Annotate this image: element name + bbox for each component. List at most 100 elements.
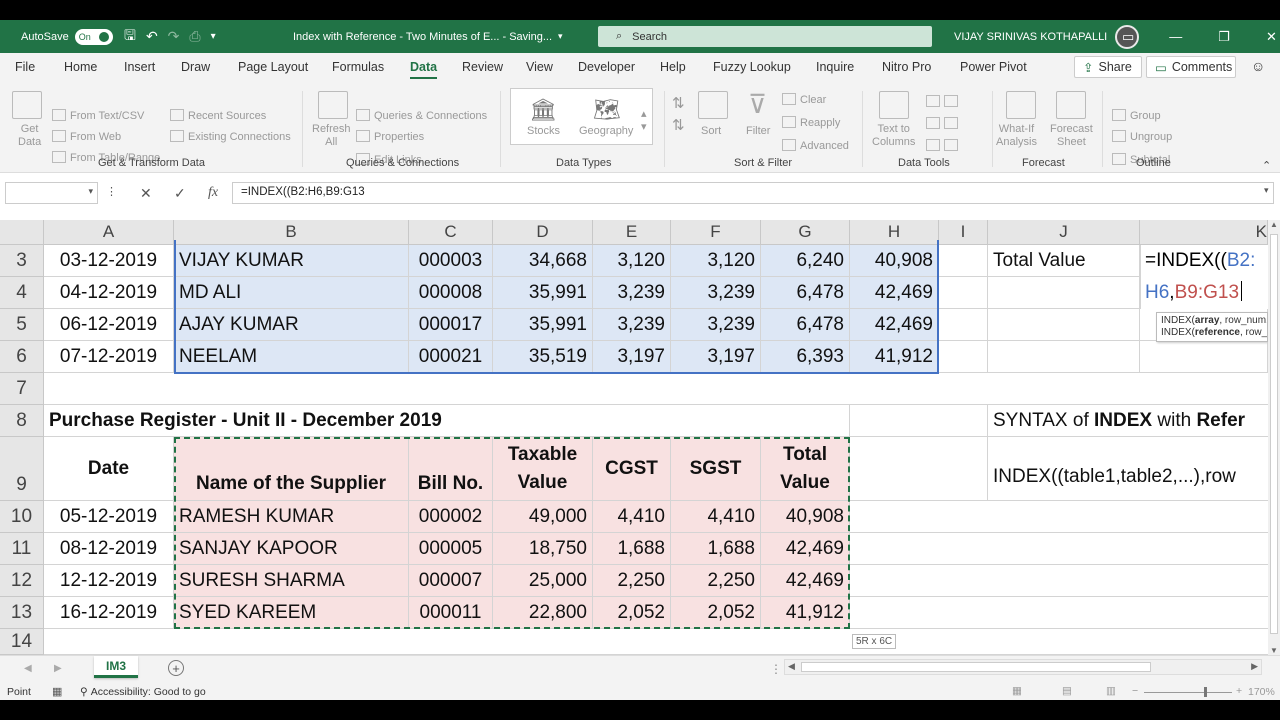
text-to-columns-button[interactable]: Text to Columns <box>872 123 915 149</box>
cell-a13[interactable]: 16-12-2019 <box>44 597 174 629</box>
tab-home[interactable]: Home <box>64 60 97 74</box>
expand-formula-icon[interactable]: ▾ <box>1264 185 1269 196</box>
row-header[interactable]: 8 <box>0 405 44 437</box>
add-sheet-icon[interactable]: + <box>168 660 184 676</box>
horizontal-scrollbar[interactable]: ◀ ▶ <box>784 659 1262 675</box>
row-10-empty[interactable] <box>850 501 1268 533</box>
cell-h8[interactable] <box>850 405 988 437</box>
redo-icon[interactable]: ↷ <box>168 28 180 45</box>
tab-data[interactable]: Data <box>410 60 438 79</box>
get-data-button[interactable]: Get Data <box>18 123 41 149</box>
reapply-button[interactable]: Reapply <box>782 116 840 129</box>
row-header[interactable]: 5 <box>0 309 44 341</box>
cell-k6[interactable] <box>1140 341 1268 373</box>
tab-developer[interactable]: Developer <box>578 60 635 74</box>
zoom-in-icon[interactable]: + <box>1236 685 1242 697</box>
cell-i3[interactable] <box>939 245 988 277</box>
zoom-out-icon[interactable]: − <box>1132 685 1138 697</box>
tab-power-pivot[interactable]: Power Pivot <box>960 60 1027 74</box>
advanced-button[interactable]: Advanced <box>782 139 849 152</box>
gallery-scroll-icon[interactable]: ▴ ▾ <box>641 107 647 133</box>
header-date[interactable]: Date <box>44 437 174 501</box>
tab-fuzzy-lookup[interactable]: Fuzzy Lookup <box>713 60 791 74</box>
zoom-slider[interactable] <box>1144 687 1232 697</box>
cell-j4[interactable] <box>988 277 1140 309</box>
refresh-all-button[interactable]: Refresh All <box>312 123 351 149</box>
cell-h9[interactable] <box>850 437 988 501</box>
scroll-next-sheet-icon[interactable]: ▶ <box>54 663 62 674</box>
row-11-empty[interactable] <box>850 533 1268 565</box>
tab-view[interactable]: View <box>526 60 553 74</box>
tab-split-icon[interactable]: ⋮ <box>770 662 782 676</box>
enter-icon[interactable]: ✓ <box>174 185 186 202</box>
row-header[interactable]: 9 <box>0 437 44 501</box>
column-header-a[interactable]: A <box>44 220 174 245</box>
recent-sources-button[interactable]: Recent Sources <box>170 109 266 122</box>
tab-help[interactable]: Help <box>660 60 686 74</box>
search-box[interactable]: ⌕ Search <box>598 26 932 47</box>
row-header[interactable]: 12 <box>0 565 44 597</box>
user-name[interactable]: VIJAY SRINIVAS KOTHAPALLI <box>954 31 1107 43</box>
cell-a4[interactable]: 04-12-2019 <box>44 277 174 309</box>
close-icon[interactable]: ✕ <box>1266 29 1277 45</box>
print-icon[interactable]: ⎙ <box>189 28 200 45</box>
customize-qat-icon[interactable]: ▾ <box>211 31 216 42</box>
undo-icon[interactable]: ↶ <box>146 28 158 45</box>
page-break-view-icon[interactable]: ▥ <box>1106 685 1116 697</box>
scroll-right-icon[interactable]: ▶ <box>1251 661 1258 672</box>
macro-record-icon[interactable]: ▦ <box>52 685 62 698</box>
from-text-csv-button[interactable]: From Text/CSV <box>52 109 144 122</box>
cell-a6[interactable]: 07-12-2019 <box>44 341 174 373</box>
scroll-down-icon[interactable]: ▼ <box>1270 646 1278 655</box>
worksheet-grid[interactable]: A B C D E F G H I J K 3 4 5 6 7 8 9 10 1… <box>0 220 1268 655</box>
accessibility-status[interactable]: ⚲ Accessibility: Good to go <box>80 686 206 698</box>
insert-function-icon[interactable]: fx <box>208 185 218 201</box>
tab-nitro-pro[interactable]: Nitro Pro <box>882 60 931 74</box>
cell-a10[interactable]: 05-12-2019 <box>44 501 174 533</box>
cell-a5[interactable]: 06-12-2019 <box>44 309 174 341</box>
row-header[interactable]: 7 <box>0 373 44 405</box>
sort-button[interactable]: Sort <box>701 125 721 137</box>
vertical-scroll-thumb[interactable] <box>1270 234 1278 634</box>
restore-icon[interactable]: ❐ <box>1218 29 1230 45</box>
row-12-empty[interactable] <box>850 565 1268 597</box>
cell-j9-syntax[interactable]: INDEX((table1,table2,...),row <box>988 437 1268 501</box>
existing-connections-button[interactable]: Existing Connections <box>170 130 291 143</box>
tab-page-layout[interactable]: Page Layout <box>238 60 308 74</box>
document-title[interactable]: Index with Reference - Two Minutes of E.… <box>293 31 552 43</box>
minimize-icon[interactable]: — <box>1169 29 1182 44</box>
column-header-i[interactable]: I <box>939 220 988 245</box>
cell-i6[interactable] <box>939 341 988 373</box>
row-14-cells[interactable] <box>44 629 1268 655</box>
data-types-gallery[interactable]: 🏛 Stocks 🗺 Geography <box>510 88 653 145</box>
share-button[interactable]: ⇪ Share <box>1074 56 1142 78</box>
row-header[interactable]: 13 <box>0 597 44 629</box>
column-header-j[interactable]: J <box>988 220 1140 245</box>
horizontal-scroll-thumb[interactable] <box>801 662 1151 672</box>
collapse-ribbon-icon[interactable]: ⌃ <box>1262 159 1271 172</box>
tab-file[interactable]: File <box>15 60 35 74</box>
name-box[interactable]: ▾ <box>5 182 98 204</box>
what-if-analysis-button[interactable]: What-If Analysis <box>996 123 1037 149</box>
cell-j3[interactable]: Total Value <box>988 245 1140 277</box>
tab-review[interactable]: Review <box>462 60 503 74</box>
row-header[interactable]: 11 <box>0 533 44 565</box>
tab-inquire[interactable]: Inquire <box>816 60 854 74</box>
from-web-button[interactable]: From Web <box>52 130 121 143</box>
sort-az-icon[interactable]: ⇅ ⇅ <box>672 93 685 137</box>
data-tools-small-icons[interactable] <box>926 91 962 157</box>
row-13-empty[interactable] <box>850 597 1268 629</box>
queries-connections-button[interactable]: Queries & Connections <box>356 109 487 122</box>
row-header[interactable]: 6 <box>0 341 44 373</box>
cell-i4[interactable] <box>939 277 988 309</box>
formula-input[interactable]: =INDEX((B2:H6,B9:G13 <box>232 182 1274 204</box>
scroll-up-icon[interactable]: ▲ <box>1270 220 1278 229</box>
row-header[interactable]: 10 <box>0 501 44 533</box>
ungroup-button[interactable]: Ungroup <box>1112 130 1172 143</box>
stocks-button[interactable]: Stocks <box>527 125 560 137</box>
cell-k3-editor[interactable]: =INDEX((B2: H6,B9:G13 <box>1140 245 1268 309</box>
cell-a12[interactable]: 12-12-2019 <box>44 565 174 597</box>
row-header[interactable]: 4 <box>0 277 44 309</box>
save-icon[interactable]: 🖫 <box>124 25 136 49</box>
normal-view-icon[interactable]: ▦ <box>1012 685 1022 697</box>
